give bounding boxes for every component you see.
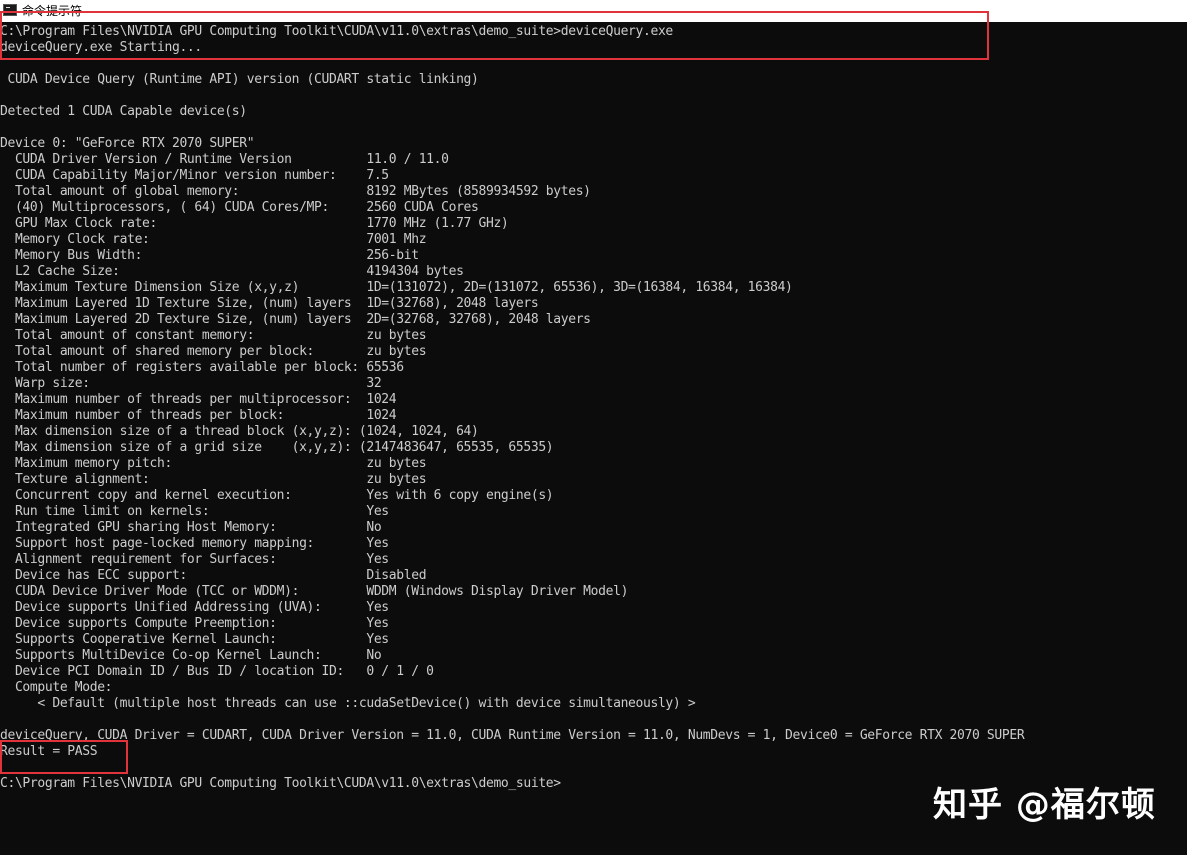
console-line: Device has ECC support: Disabled (0, 568, 427, 583)
console-line: deviceQuery.exe Starting... (0, 40, 202, 55)
console-line: Warp size: 32 (0, 376, 382, 391)
console-line: Total number of registers available per … (0, 360, 404, 375)
console-line: Total amount of global memory: 8192 MByt… (0, 184, 591, 199)
console-line: CUDA Capability Major/Minor version numb… (0, 168, 389, 183)
console-line: Compute Mode: (0, 680, 113, 695)
console-line: Maximum memory pitch: zu bytes (0, 456, 427, 471)
console-line: L2 Cache Size: 4194304 bytes (0, 264, 464, 279)
console-line: Concurrent copy and kernel execution: Ye… (0, 488, 554, 503)
console-line: Max dimension size of a grid size (x,y,z… (0, 440, 554, 455)
console-line: Maximum Texture Dimension Size (x,y,z) 1… (0, 280, 793, 295)
console-line: Device PCI Domain ID / Bus ID / location… (0, 664, 434, 679)
console-line: Maximum Layered 2D Texture Size, (num) l… (0, 312, 591, 327)
console-line: Memory Clock rate: 7001 Mhz (0, 232, 427, 247)
window-titlebar[interactable]: 命令提示符 (0, 0, 1187, 22)
console-line: Device supports Unified Addressing (UVA)… (0, 600, 389, 615)
console-line: Integrated GPU sharing Host Memory: No (0, 520, 382, 535)
console-line: Max dimension size of a thread block (x,… (0, 424, 479, 439)
console-line: Alignment requirement for Surfaces: Yes (0, 552, 389, 567)
console-line: Supports MultiDevice Co-op Kernel Launch… (0, 648, 382, 663)
console-line: Support host page-locked memory mapping:… (0, 536, 389, 551)
console-line: Maximum Layered 1D Texture Size, (num) l… (0, 296, 539, 311)
window-title: 命令提示符 (22, 4, 83, 18)
console-line: Total amount of constant memory: zu byte… (0, 328, 427, 343)
console-line-command: C:\Program Files\NVIDIA GPU Computing To… (0, 24, 673, 39)
console-line: Run time limit on kernels: Yes (0, 504, 389, 519)
console-line-summary: deviceQuery, CUDA Driver = CUDART, CUDA … (0, 728, 1025, 743)
console-line: Total amount of shared memory per block:… (0, 344, 427, 359)
console-line-result: Result = PASS (0, 744, 98, 759)
console-line: CUDA Driver Version / Runtime Version 11… (0, 152, 449, 167)
console-line: Texture alignment: zu bytes (0, 472, 427, 487)
console-icon (3, 4, 17, 16)
console-line-device-name: Device 0: "GeForce RTX 2070 SUPER" (0, 136, 255, 151)
console-line: < Default (multiple host threads can use… (0, 696, 696, 711)
console-line: GPU Max Clock rate: 1770 MHz (1.77 GHz) (0, 216, 509, 231)
console-line: Maximum number of threads per block: 102… (0, 408, 397, 423)
console-output[interactable]: C:\Program Files\NVIDIA GPU Computing To… (0, 24, 1187, 855)
console-line: Memory Bus Width: 256-bit (0, 248, 419, 263)
console-line: CUDA Device Query (Runtime API) version … (0, 72, 479, 87)
console-line: Supports Cooperative Kernel Launch: Yes (0, 632, 389, 647)
console-line: Maximum number of threads per multiproce… (0, 392, 397, 407)
zhihu-watermark: 知乎 @福尔顿 (933, 785, 1156, 825)
console-line: Detected 1 CUDA Capable device(s) (0, 104, 247, 119)
console-line: CUDA Device Driver Mode (TCC or WDDM): W… (0, 584, 629, 599)
console-line: (40) Multiprocessors, ( 64) CUDA Cores/M… (0, 200, 479, 215)
console-line: Device supports Compute Preemption: Yes (0, 616, 389, 631)
